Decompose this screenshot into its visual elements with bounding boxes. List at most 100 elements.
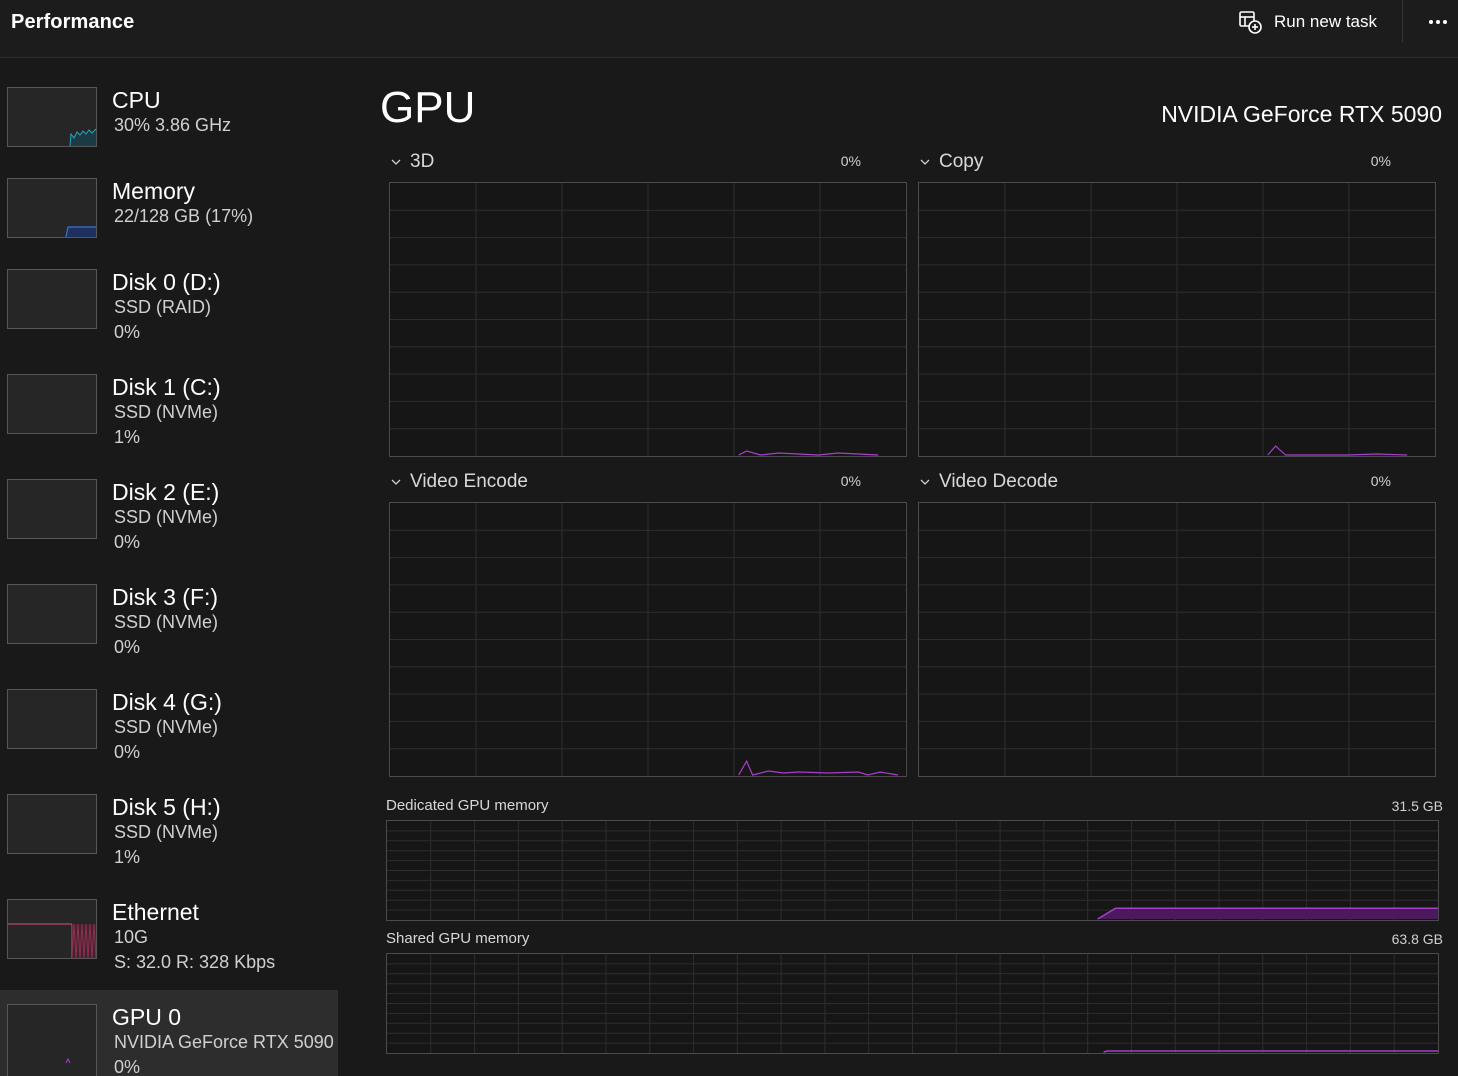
sidebar-item-detail: 30% 3.86 GHz	[114, 115, 232, 135]
sidebar-item-disk-2-e[interactable]: Disk 2 (E:) SSD (NVMe) 0%	[0, 479, 338, 579]
sidebar-item-disk-5-h[interactable]: Disk 5 (H:) SSD (NVMe) 1%	[0, 794, 338, 894]
sidebar-item-detail: SSD (RAID)	[114, 297, 212, 317]
sidebar-item-cpu[interactable]: CPU 30% 3.86 GHz	[0, 87, 338, 187]
shared-gpu-memory-graph	[386, 953, 1439, 1054]
mini-graph-trace	[8, 923, 96, 958]
mini-graph	[7, 479, 97, 539]
engine-graph-3d	[389, 182, 907, 457]
engine-label: Video Decode	[939, 471, 1059, 492]
sidebar-item-title: GPU 0	[112, 1004, 182, 1030]
engine-selector-video-encode[interactable]: Video Encode	[390, 471, 528, 493]
mini-graph	[7, 374, 97, 434]
sidebar-item-title: Ethernet	[112, 899, 199, 925]
sidebar-item-detail: SSD (NVMe)	[114, 822, 219, 842]
sidebar-item-title: Disk 2 (E:)	[112, 479, 220, 505]
sidebar-item-detail: 0%	[114, 742, 141, 762]
sidebar-item-gpu-0[interactable]: GPU 0 NVIDIA GeForce RTX 5090 0%	[0, 990, 338, 1076]
mini-graph	[7, 178, 97, 238]
sidebar-item-detail: SSD (NVMe)	[114, 717, 219, 737]
sidebar-item-title: Disk 5 (H:)	[112, 794, 221, 820]
mini-graph	[7, 1004, 97, 1076]
sidebar-item-title: Disk 1 (C:)	[112, 374, 221, 400]
sidebar-item-disk-3-f[interactable]: Disk 3 (F:) SSD (NVMe) 0%	[0, 584, 338, 684]
sidebar-item-detail: 0%	[114, 637, 141, 657]
engine-utilization: 0%	[1370, 153, 1391, 169]
sidebar-item-detail: 1%	[114, 847, 141, 867]
run-task-icon	[1239, 11, 1262, 34]
dedicated-gpu-memory-graph-trace	[387, 821, 1438, 920]
dedicated-gpu-memory-label: Dedicated GPU memory	[386, 797, 549, 814]
chevron-down-icon	[391, 159, 401, 165]
chevron-down-icon	[391, 479, 401, 485]
sidebar-item-detail: SSD (NVMe)	[114, 612, 219, 632]
mini-graph-trace	[8, 480, 96, 538]
sidebar-item-memory[interactable]: Memory 22/128 GB (17%)	[0, 178, 338, 278]
mini-graph	[7, 689, 97, 749]
sidebar-item-detail: 0%	[114, 1057, 141, 1076]
shared-gpu-memory-graph-trace	[387, 954, 1438, 1053]
chevron-down-icon	[920, 479, 930, 485]
resource-heading: GPU	[380, 83, 476, 132]
sidebar-item-detail: SSD (NVMe)	[114, 402, 219, 422]
run-new-task-button[interactable]: Run new task	[1230, 6, 1385, 38]
engine-label: 3D	[410, 151, 435, 172]
mini-graph	[7, 269, 97, 329]
resource-sidebar: CPU 30% 3.86 GHz Memory 22/128 GB (17%) Disk…	[0, 59, 338, 1076]
engine-label: Copy	[939, 151, 984, 172]
engine-utilization: 0%	[840, 473, 861, 489]
engine-utilization: 0%	[840, 153, 861, 169]
gpu-detail-pane: GPU NVIDIA GeForce RTX 5090 3D 0% Copy 0% Vi…	[338, 59, 1458, 1076]
sidebar-item-detail: 0%	[114, 322, 141, 342]
mini-graph-trace	[8, 690, 96, 748]
sidebar-item-disk-0-d[interactable]: Disk 0 (D:) SSD (RAID) 0%	[0, 269, 338, 369]
engine-graph-video-encode	[389, 502, 907, 777]
engine-label: Video Encode	[410, 471, 528, 492]
mini-graph	[7, 899, 97, 959]
sidebar-item-detail: 22/128 GB (17%)	[114, 206, 254, 226]
more-options-button[interactable]	[1420, 8, 1456, 36]
sidebar-item-title: Memory	[112, 178, 196, 204]
engine-graph-trace	[390, 503, 906, 776]
mini-graph	[7, 584, 97, 644]
dedicated-gpu-memory-graph	[386, 820, 1439, 921]
shared-gpu-memory-value: 63.8 GB	[1391, 931, 1443, 947]
mini-graph-trace	[8, 375, 96, 433]
sidebar-item-title: Disk 4 (G:)	[112, 689, 222, 715]
page-title: Performance	[11, 11, 135, 33]
engine-selector-3d[interactable]: 3D	[390, 151, 434, 173]
engine-graph-trace	[390, 183, 906, 456]
mini-graph-trace	[65, 1057, 71, 1063]
mini-graph-trace	[8, 795, 96, 853]
shared-gpu-memory-label: Shared GPU memory	[386, 930, 530, 947]
sidebar-item-detail: NVIDIA GeForce RTX 5090	[114, 1032, 334, 1052]
mini-graph	[7, 794, 97, 854]
toolbar-divider	[1402, 0, 1403, 42]
sidebar-item-detail: S: 32.0 R: 328 Kbps	[114, 952, 276, 972]
sidebar-item-title: CPU	[112, 87, 161, 113]
sidebar-item-disk-4-g[interactable]: Disk 4 (G:) SSD (NVMe) 0%	[0, 689, 338, 789]
sidebar-item-disk-1-c[interactable]: Disk 1 (C:) SSD (NVMe) 1%	[0, 374, 338, 474]
run-new-task-label: Run new task	[1274, 12, 1377, 31]
gpu-model-name: NVIDIA GeForce RTX 5090	[1161, 101, 1442, 127]
engine-graph-trace	[919, 503, 1435, 776]
sidebar-item-detail: 10G	[114, 927, 149, 947]
engine-graph-video-decode	[918, 502, 1436, 777]
more-icon	[1429, 20, 1433, 24]
mini-graph-trace	[65, 226, 96, 237]
sidebar-item-title: Disk 3 (F:)	[112, 584, 219, 610]
title-bar: Performance Run new task	[0, 0, 1458, 58]
mini-graph-trace	[8, 585, 96, 643]
engine-graph-copy	[918, 182, 1436, 457]
engine-selector-copy[interactable]: Copy	[919, 151, 983, 173]
sidebar-item-detail: SSD (NVMe)	[114, 507, 219, 527]
engine-selector-video-decode[interactable]: Video Decode	[919, 471, 1058, 493]
sidebar-item-title: Disk 0 (D:)	[112, 269, 221, 295]
sidebar-item-ethernet[interactable]: Ethernet 10G S: 32.0 R: 328 Kbps	[0, 899, 338, 999]
engine-graph-trace	[919, 183, 1435, 456]
engine-utilization: 0%	[1370, 473, 1391, 489]
mini-graph-trace	[8, 270, 96, 328]
chevron-down-icon	[920, 159, 930, 165]
sidebar-item-detail: 1%	[114, 427, 141, 447]
dedicated-gpu-memory-value: 31.5 GB	[1391, 798, 1443, 814]
mini-graph	[7, 87, 97, 147]
